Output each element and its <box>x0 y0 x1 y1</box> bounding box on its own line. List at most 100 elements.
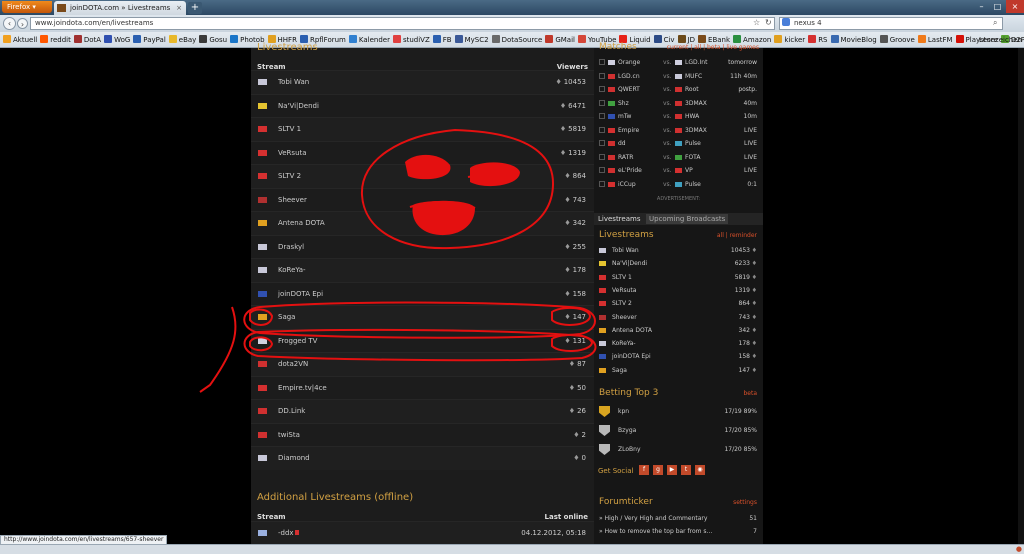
forum-thread-row[interactable]: » How to remove the top bar from s... 7 <box>599 526 757 538</box>
side-stream-row[interactable]: Saga 147 ♦ <box>599 364 757 377</box>
stream-name[interactable]: dota2VN <box>278 360 308 368</box>
stream-row[interactable]: Draskyl ♦ 255 <box>251 234 594 259</box>
match-row[interactable]: eL'Pride vs. VP LIVE <box>599 164 757 178</box>
new-tab-button[interactable]: + <box>188 2 202 14</box>
back-button[interactable]: ‹ <box>3 17 16 30</box>
stream-name[interactable]: Sheever <box>278 196 307 204</box>
stream-name[interactable]: SLTV 2 <box>278 172 301 180</box>
stream-row[interactable]: Empire.tv|4ce ♦ 50 <box>251 375 594 400</box>
match-checkbox[interactable] <box>599 72 605 79</box>
bookmark-dotasource[interactable]: DotaSource <box>491 32 542 47</box>
stream-row[interactable]: dota2VN ♦ 87 <box>251 352 594 376</box>
bookmark-gosu[interactable]: Gosu <box>199 32 227 47</box>
stream-name[interactable]: VeRsuta <box>278 149 307 157</box>
bookmarks-menu[interactable]: Lesezeichen <box>979 32 1022 47</box>
betting-row[interactable]: kpn 17/19 89% <box>599 403 757 422</box>
bookmark-dota[interactable]: DotA <box>73 32 101 47</box>
stream-row[interactable]: Na'Vi|Dendi ♦ 6471 <box>251 93 594 118</box>
stream-name[interactable]: Draskyl <box>278 243 304 251</box>
match-row[interactable]: QWERT vs. Root postp. <box>599 83 757 97</box>
offline-stream-row[interactable]: -ddx 04.12.2012, 05:18 <box>251 521 594 545</box>
stream-name[interactable]: KoReYa- <box>278 266 306 274</box>
close-tab-icon[interactable]: × <box>176 1 182 15</box>
bookmark-rs[interactable]: RS <box>808 32 828 47</box>
forumticker-settings[interactable]: settings <box>733 499 757 506</box>
match-checkbox[interactable] <box>599 113 605 119</box>
maximize-button[interactable]: □ <box>990 0 1005 13</box>
stream-name[interactable]: Na'Vi|Dendi <box>278 102 319 110</box>
page-scrollbar[interactable] <box>1018 48 1024 544</box>
bookmark-groove[interactable]: Groove <box>879 32 915 47</box>
bookmark-mysc2[interactable]: MySC2 <box>454 32 489 47</box>
stream-row[interactable]: twiSta ♦ 2 <box>251 422 594 447</box>
bookmark-aktuell[interactable]: Aktuell <box>3 32 37 47</box>
bookmark-gmail[interactable]: GMail <box>545 32 575 47</box>
stream-row[interactable]: Sheever ♦ 743 <box>251 187 594 212</box>
match-checkbox[interactable] <box>599 140 605 146</box>
stream-name[interactable]: joinDOTA Epi <box>278 290 323 298</box>
addon-icon[interactable]: ● <box>1016 545 1022 553</box>
side-stream-row[interactable]: Tobi Wan 10453 ♦ <box>599 244 757 257</box>
bookmark-lastfm[interactable]: LastFM <box>917 32 953 47</box>
stream-row[interactable]: SLTV 1 ♦ 5819 <box>251 117 594 141</box>
tab-livestreams[interactable]: joinDOTA.com » Livestreams × <box>54 1 186 15</box>
betting-link[interactable]: beta <box>743 390 757 397</box>
bookmark-ebay[interactable]: eBay <box>168 32 196 47</box>
stream-name[interactable]: Tobi Wan <box>278 78 309 86</box>
match-row[interactable]: Orange vs. LGD.Int tomorrow <box>599 56 757 70</box>
match-row[interactable]: iCCup vs. Pulse 0:1 <box>599 178 757 192</box>
matches-links[interactable]: current | all | beta | live games <box>667 44 759 51</box>
google-plus-icon[interactable]: g <box>653 465 663 475</box>
bookmark-paypal[interactable]: PayPal <box>133 32 166 47</box>
offline-stream-name[interactable]: -ddx <box>278 529 294 537</box>
bookmark-reddit[interactable]: reddit <box>40 32 71 47</box>
stream-row[interactable]: joinDOTA Epi ♦ 158 <box>251 281 594 306</box>
bookmark-kalender[interactable]: Kalender <box>348 32 390 47</box>
bookmark-movieblog[interactable]: MovieBlog <box>830 32 877 47</box>
side-stream-row[interactable]: Antena DOTA 342 ♦ <box>599 324 757 337</box>
stream-row[interactable]: Tobi Wan ♦ 10453 <box>251 70 594 94</box>
side-stream-row[interactable]: SLTV 2 864 ♦ <box>599 297 757 310</box>
forum-thread-row[interactable]: » High / Very High and Commentary 51 <box>599 513 757 525</box>
side-stream-row[interactable]: Na'Vi|Dendi 6233 ♦ <box>599 257 757 270</box>
side-stream-row[interactable]: VeRsuta 1319 ♦ <box>599 284 757 297</box>
stream-row[interactable]: Saga ♦ 147 <box>251 305 594 329</box>
stream-row[interactable]: SLTV 2 ♦ 864 <box>251 164 594 188</box>
search-magnifier-icon[interactable]: ⌕ <box>993 18 997 28</box>
facebook-icon[interactable]: f <box>639 465 649 475</box>
bookmark-kicker[interactable]: kicker <box>774 32 805 47</box>
bookmark-wog[interactable]: WoG <box>104 32 130 47</box>
stream-row[interactable]: Frogged TV ♦ 131 <box>251 328 594 353</box>
side-livestreams-links[interactable]: all | reminder <box>717 232 757 239</box>
stream-name[interactable]: Antena DOTA <box>278 219 325 227</box>
side-stream-row[interactable]: SLTV 1 5819 ♦ <box>599 271 757 284</box>
match-checkbox[interactable] <box>599 59 605 65</box>
stream-name[interactable]: Empire.tv|4ce <box>278 384 327 392</box>
match-checkbox[interactable] <box>599 99 605 106</box>
match-row[interactable]: LGD.cn vs. MUFC 11h 40m <box>599 70 757 84</box>
bookmark-fb[interactable]: FB <box>432 32 452 47</box>
bookmark-star-icon[interactable]: ☆ <box>753 18 760 27</box>
twitter-icon[interactable]: t <box>681 465 691 475</box>
betting-row[interactable]: ZLoBny 17/20 85% <box>599 441 757 460</box>
side-stream-row[interactable]: joinDOTA Epi 158 ♦ <box>599 350 757 363</box>
tab-livestreams-side[interactable]: Livestreams <box>598 215 640 223</box>
match-checkbox[interactable] <box>599 180 605 187</box>
stream-name[interactable]: SLTV 1 <box>278 125 301 133</box>
search-engine-icon[interactable] <box>782 18 790 26</box>
url-bar[interactable]: www.joindota.com/en/livestreams <box>30 17 775 30</box>
stream-name[interactable]: DD.Link <box>278 407 305 415</box>
youtube-icon[interactable]: ▶ <box>667 465 677 475</box>
forward-button[interactable]: › <box>17 18 28 29</box>
close-window-button[interactable]: × <box>1006 0 1024 13</box>
bookmark-studivz[interactable]: studiVZ <box>392 32 430 47</box>
stream-row[interactable]: Antena DOTA ♦ 342 <box>251 211 594 235</box>
match-row[interactable]: Empire vs. 3DMAX LIVE <box>599 124 757 138</box>
stream-row[interactable]: VeRsuta ♦ 1319 <box>251 140 594 165</box>
match-checkbox[interactable] <box>599 126 605 133</box>
stream-name[interactable]: Saga <box>278 313 295 321</box>
match-row[interactable]: dd vs. Pulse LIVE <box>599 137 757 151</box>
match-row[interactable]: Shz vs. 3DMAX 40m <box>599 97 757 111</box>
stream-name[interactable]: Frogged TV <box>278 337 317 345</box>
stream-name[interactable]: twiSta <box>278 431 300 439</box>
